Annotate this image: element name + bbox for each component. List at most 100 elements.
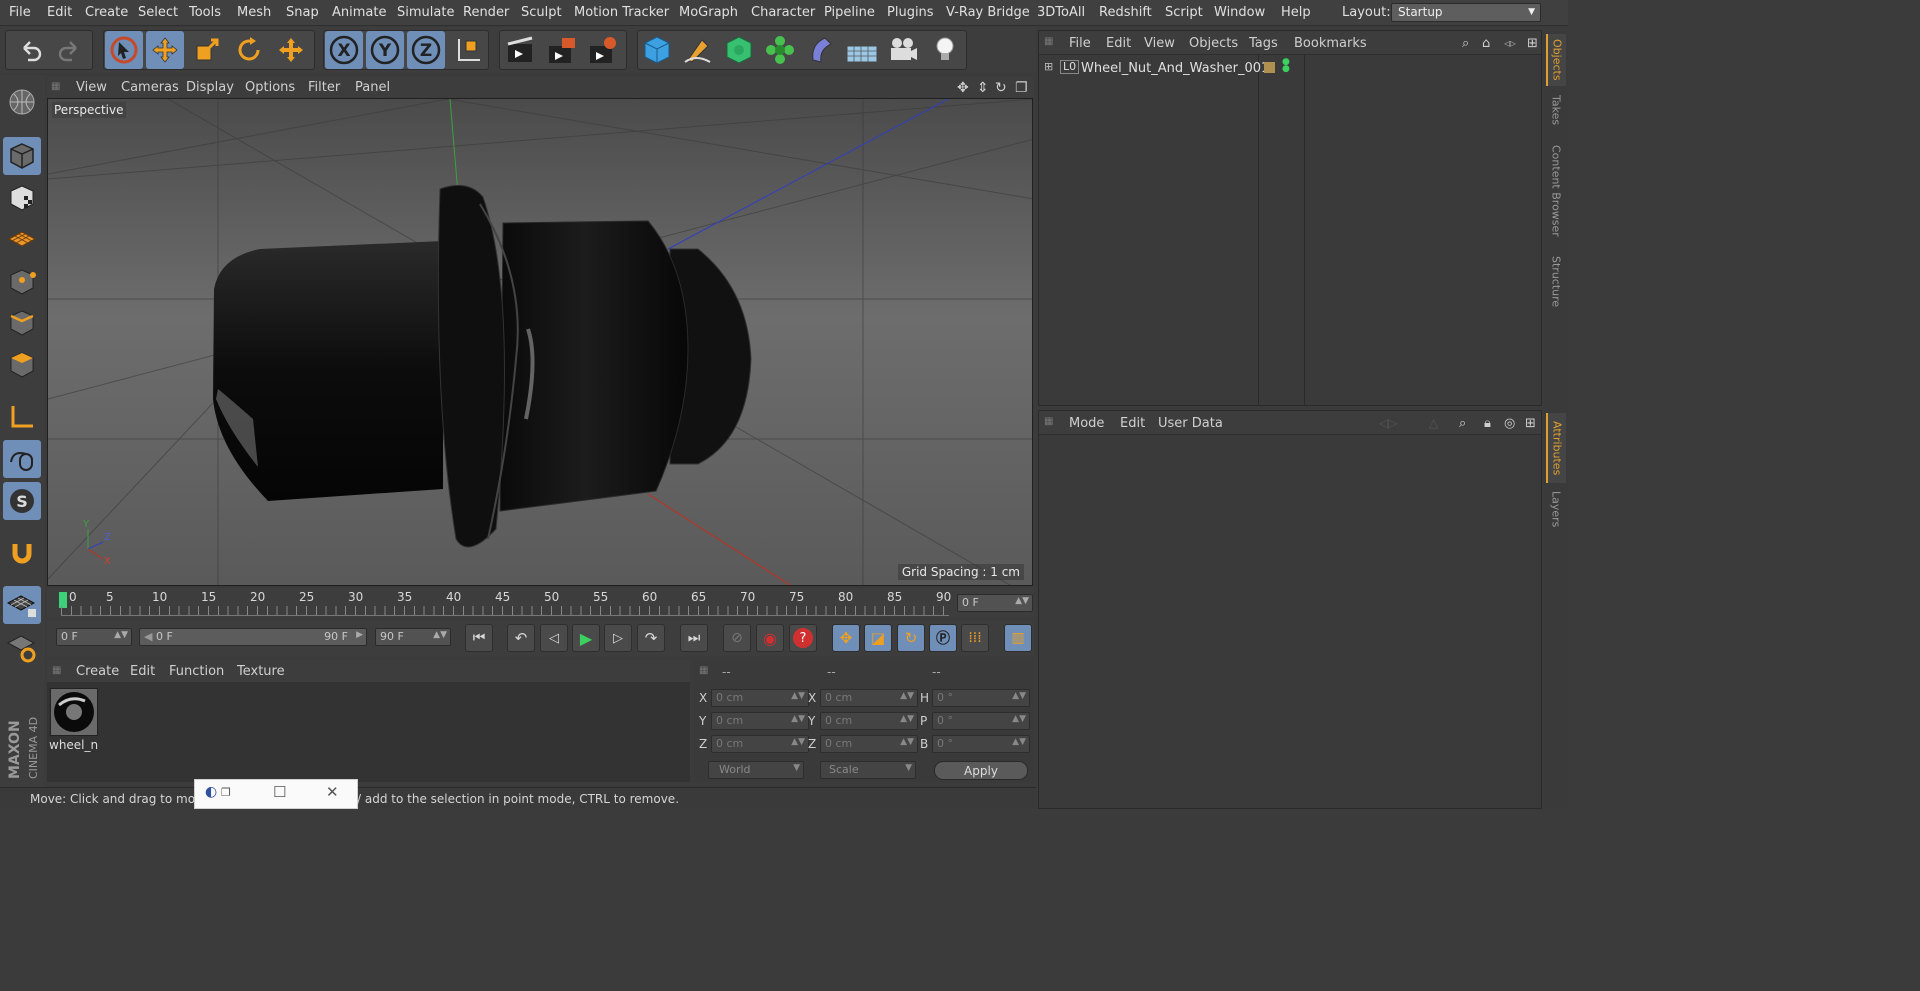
layout-select[interactable]: Startup ▼ <box>1391 3 1541 22</box>
pan-view-icon[interactable]: ✥ <box>957 80 969 96</box>
taskbar-window-thumbnail[interactable]: ◐ ❐ ☐ ✕ <box>194 779 358 809</box>
recent-tool[interactable] <box>272 31 310 69</box>
expand-icon[interactable]: ⊞ <box>1044 60 1053 73</box>
close-icon[interactable]: ✕ <box>326 783 339 801</box>
snap-button[interactable] <box>3 534 41 572</box>
apply-button[interactable]: Apply <box>934 761 1028 780</box>
y-axis-lock[interactable]: Y <box>366 31 404 69</box>
render-view-button[interactable] <box>502 31 540 69</box>
menu-script[interactable]: Script <box>1165 5 1203 20</box>
maximize-icon[interactable]: ☐ <box>273 783 286 801</box>
planar-workplane-button[interactable] <box>3 628 41 666</box>
new-panel-icon[interactable]: ⊞ <box>1525 416 1536 431</box>
coord-rot-p-field[interactable]: 0 ° ▲▼ <box>932 712 1030 730</box>
back-arrow-icon[interactable]: ◁▷ <box>1379 416 1397 430</box>
menu-file[interactable]: File <box>9 5 31 20</box>
objects-menu-bookmarks[interactable]: Bookmarks <box>1294 36 1367 51</box>
menu-pipeline[interactable]: Pipeline <box>824 5 875 20</box>
coord-pos-z-field[interactable]: 0 cm ▲▼ <box>711 735 809 753</box>
menu-create[interactable]: Create <box>85 5 128 20</box>
workplane-lock-button[interactable] <box>3 586 41 624</box>
restore-icon[interactable]: ❐ <box>221 786 231 799</box>
pen-button[interactable] <box>679 31 717 69</box>
render-settings-button[interactable] <box>584 31 622 69</box>
object-row[interactable]: ⊞ L0 Wheel_Nut_And_Washer_001 ● ● <box>1039 58 1541 80</box>
menu-tools[interactable]: Tools <box>189 5 221 20</box>
frame-range-slider[interactable]: ◀ 0 F 90 F ▶ <box>139 628 367 646</box>
key-position-button[interactable]: ✥ <box>832 624 860 652</box>
menu-3dtoall[interactable]: 3DToAll <box>1037 5 1085 20</box>
lock-icon[interactable]: 🔒︎ <box>1484 416 1491 431</box>
coord-size-x-field[interactable]: 0 cm ▲▼ <box>820 689 918 707</box>
perspective-viewport[interactable]: Y Z X Perspective Grid Spacing : 1 cm <box>47 98 1033 586</box>
key-pla-button[interactable]: ⁞⁞⁞ <box>961 624 989 652</box>
go-to-start-button[interactable]: ⏮ <box>465 624 493 652</box>
viewport-menu-display[interactable]: Display <box>186 80 234 95</box>
workplane-mode-button[interactable] <box>3 220 41 258</box>
visibility-dots-icon[interactable]: ● ● <box>1282 58 1290 74</box>
material-menu-texture[interactable]: Texture <box>237 664 285 679</box>
maximize-view-icon[interactable]: ❐ <box>1015 80 1028 96</box>
coord-size-y-field[interactable]: 0 cm ▲▼ <box>820 712 918 730</box>
end-frame-field[interactable]: 90 F ▲▼ <box>375 628 451 646</box>
subdivision-surface-button[interactable] <box>720 31 758 69</box>
menu-snap[interactable]: Snap <box>286 5 319 20</box>
attributes-menu-edit[interactable]: Edit <box>1120 416 1145 431</box>
menu-mograph[interactable]: MoGraph <box>679 5 738 20</box>
x-axis-lock[interactable]: X <box>325 31 363 69</box>
go-to-end-button[interactable]: ⏭ <box>680 624 708 652</box>
coord-pos-y-field[interactable]: 0 cm ▲▼ <box>711 712 809 730</box>
next-key-button[interactable]: ↷ <box>637 624 665 652</box>
viewport-menu-filter[interactable]: Filter <box>308 80 340 95</box>
tab-layers[interactable]: Layers <box>1546 486 1566 532</box>
back-forward-icon[interactable]: ◃▹ <box>1504 36 1516 50</box>
layer-color-swatch[interactable] <box>1264 62 1275 73</box>
coordinate-system-button[interactable] <box>449 31 487 69</box>
render-picture-viewer-button[interactable] <box>543 31 581 69</box>
menu-help[interactable]: Help <box>1281 5 1311 20</box>
menu-animate[interactable]: Animate <box>332 5 386 20</box>
menu-render[interactable]: Render <box>463 5 509 20</box>
coord-size-z-field[interactable]: 0 cm ▲▼ <box>820 735 918 753</box>
current-frame-field[interactable]: 0 F ▲▼ <box>957 594 1033 612</box>
polygons-mode-button[interactable] <box>3 346 41 384</box>
up-arrow-icon[interactable]: △ <box>1429 416 1438 430</box>
coord-rot-b-field[interactable]: 0 ° ▲▼ <box>932 735 1030 753</box>
autokey-button[interactable]: ◉ <box>756 624 784 652</box>
viewport-menu-cameras[interactable]: Cameras <box>121 80 179 95</box>
points-mode-button[interactable] <box>3 263 41 301</box>
material-menu-create[interactable]: Create <box>76 664 119 679</box>
redo-button[interactable] <box>51 31 89 69</box>
timeline-window-button[interactable]: ▥ <box>1004 624 1032 652</box>
key-scale-button[interactable]: ◪ <box>864 624 892 652</box>
previous-frame-button[interactable]: ◁ <box>540 624 568 652</box>
menu-redshift[interactable]: Redshift <box>1099 5 1152 20</box>
material-swatch[interactable] <box>50 688 98 736</box>
start-frame-field[interactable]: 0 F ▲▼ <box>56 628 132 646</box>
menu-simulate[interactable]: Simulate <box>397 5 454 20</box>
cube-button[interactable] <box>638 31 676 69</box>
keyframe-selection-button[interactable]: ? <box>789 624 817 652</box>
rotate-tool[interactable] <box>230 31 268 69</box>
menu-mesh[interactable]: Mesh <box>237 5 271 20</box>
z-axis-lock[interactable]: Z <box>407 31 445 69</box>
previous-key-button[interactable]: ↶ <box>507 624 535 652</box>
play-button[interactable]: ▶ <box>572 624 600 652</box>
tab-objects[interactable]: Objects <box>1546 34 1566 86</box>
make-editable-button[interactable] <box>3 83 41 121</box>
menu-sculpt[interactable]: Sculpt <box>521 5 562 20</box>
coord-rot-h-field[interactable]: 0 ° ▲▼ <box>932 689 1030 707</box>
tab-takes[interactable]: Takes <box>1546 90 1566 130</box>
attributes-menu-mode[interactable]: Mode <box>1069 416 1104 431</box>
camera-button[interactable] <box>884 31 922 69</box>
coord-pos-x-field[interactable]: 0 cm ▲▼ <box>711 689 809 707</box>
object-name[interactable]: Wheel_Nut_And_Washer_001 <box>1081 61 1269 76</box>
cloner-button[interactable] <box>761 31 799 69</box>
material-menu-edit[interactable]: Edit <box>130 664 155 679</box>
live-select-tool[interactable] <box>105 31 143 69</box>
axis-mode-button[interactable] <box>3 398 41 436</box>
model-mode-button[interactable] <box>3 137 41 175</box>
search-icon[interactable]: ⌕ <box>1462 36 1469 51</box>
timeline-ruler[interactable]: 0 5 10 15 20 25 30 35 40 45 50 55 60 65 … <box>47 588 1034 618</box>
key-parameter-button[interactable]: Ⓟ <box>929 624 957 652</box>
